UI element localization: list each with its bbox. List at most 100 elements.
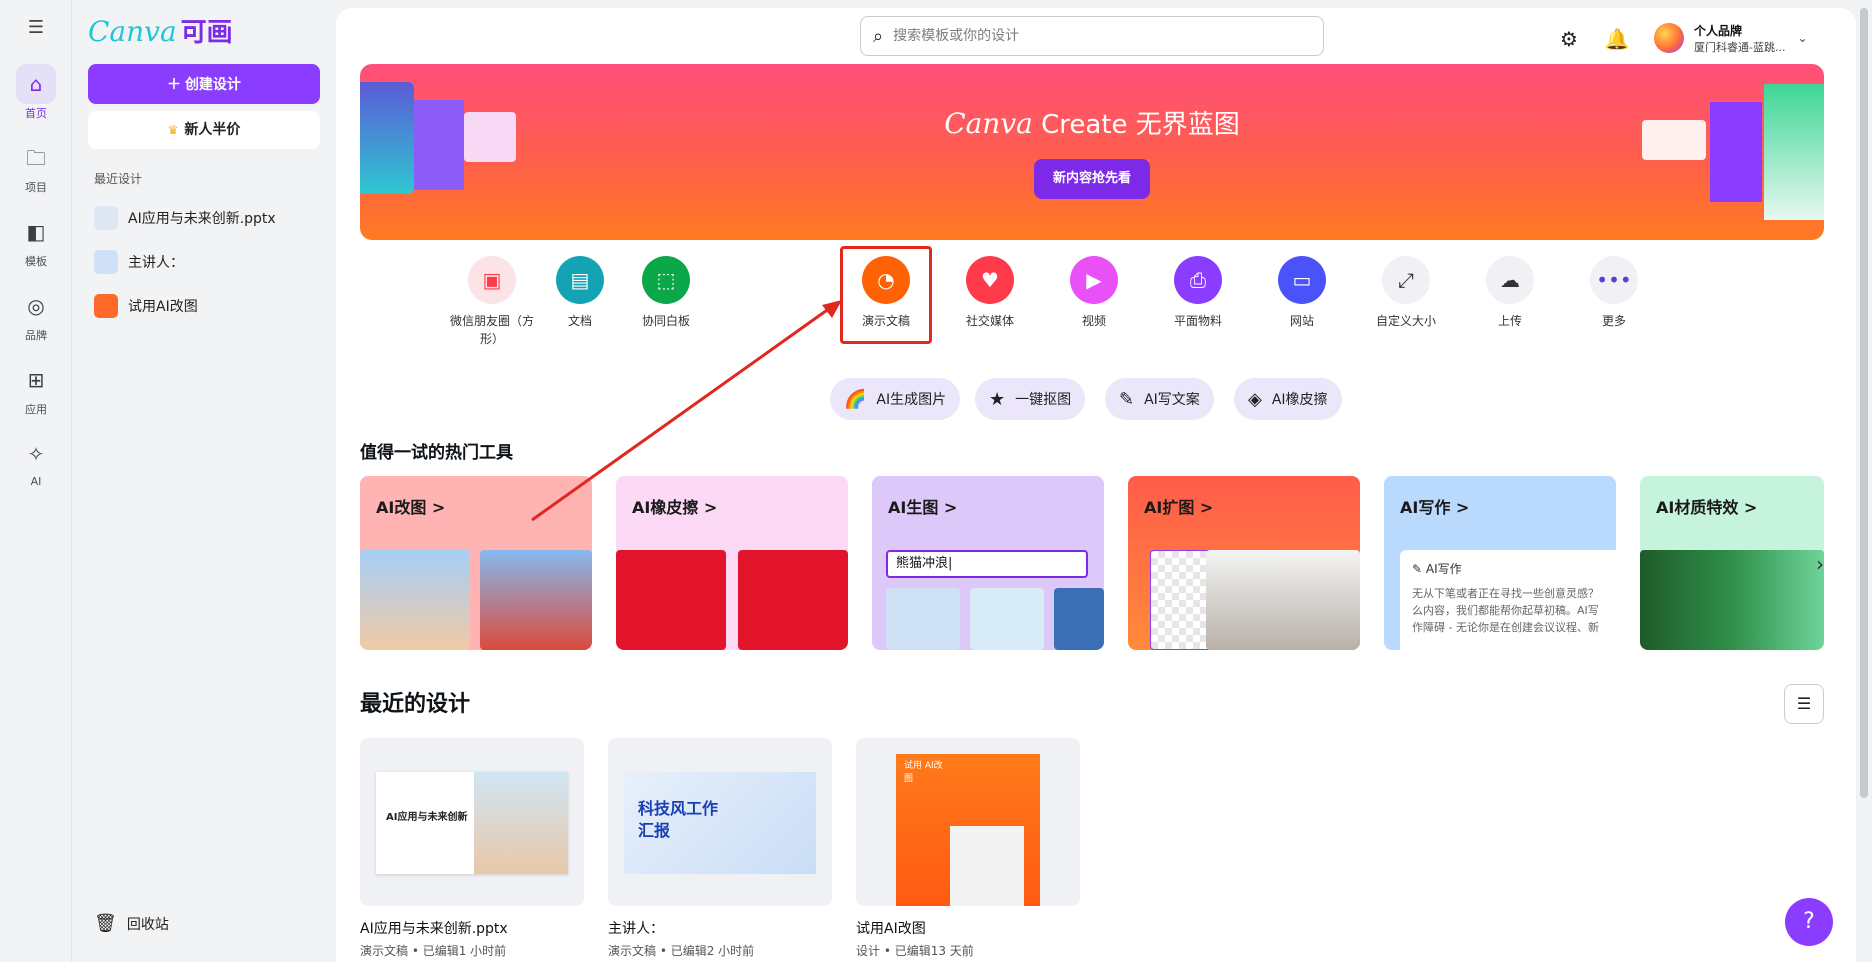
create-design-button[interactable]: ＋ 创建设计 xyxy=(88,64,320,104)
recent-item[interactable]: 主讲人： xyxy=(94,247,324,277)
video-icon: ▶ xyxy=(1070,256,1118,304)
plus-icon: ＋ xyxy=(167,76,185,92)
design-thumbnail: 科技风工作汇报 xyxy=(608,738,832,906)
rail-item-templates[interactable]: ◧ 模板 xyxy=(8,212,64,278)
design-thumbnail xyxy=(94,250,118,274)
list-view-toggle[interactable]: ☰ xyxy=(1784,684,1824,724)
hot-tools-heading: 值得一试的热门工具 xyxy=(360,443,513,463)
rose-image xyxy=(480,550,592,650)
rail-item-brand[interactable]: ◎ 品牌 xyxy=(8,286,64,352)
tool-card-ai-writing[interactable]: AI写作 > ✎ AI写作 无从下笔或者正在寻找一些创意灵感？么内容，我们都能帮… xyxy=(1384,476,1616,650)
canva-logo[interactable]: Canva 可画 xyxy=(88,12,233,49)
template-icon: ◧ xyxy=(26,220,46,244)
magic-wand-icon: ✎ xyxy=(1119,388,1135,410)
brand-account-switcher[interactable]: 个人品牌 厦门科睿通-蓝跳... ⌄ xyxy=(1654,18,1844,58)
toast-image xyxy=(738,550,848,650)
design-card[interactable]: 试用 AI改图 试用AI改图 设计 • 已编辑13 天前 xyxy=(856,738,1080,959)
side-panel: Canva 可画 ＋ 创建设计 ♛ 新人半价 最近设计 AI应用与未来创新.pptx… xyxy=(72,0,336,962)
writing-card-title: ✎ AI写作 xyxy=(1412,562,1462,576)
left-rail: ☰ ⌂ 首页 🗀 项目 ◧ 模板 ◎ 品牌 ⊞ 应用 ✧ AI xyxy=(0,0,72,962)
design-card[interactable]: 科技风工作汇报 主讲人： 演示文稿 • 已编辑2 小时前 xyxy=(608,738,832,959)
upload-icon: ☁ xyxy=(1486,256,1534,304)
heart-icon: ♥ xyxy=(966,256,1014,304)
material-effect-image xyxy=(1640,550,1824,650)
slide-preview: AI应用与未来创新 xyxy=(376,772,568,874)
flower-image xyxy=(360,550,470,650)
trash-icon: 🗑 xyxy=(94,913,117,934)
tool-card-ai-generate[interactable]: AI生图 > 熊猫冲浪| xyxy=(872,476,1104,650)
collapse-sidebar-icon[interactable]: ☰ xyxy=(24,16,48,40)
apps-icon: ⊞ xyxy=(27,368,45,392)
design-thumbnail: 试用 AI改图 xyxy=(856,738,1080,906)
ai-pill-eraser[interactable]: ◈ AI橡皮擦 xyxy=(1234,378,1342,420)
poster-preview: 试用 AI改图 xyxy=(896,754,1040,906)
search-input[interactable] xyxy=(893,28,1294,44)
sparkle-icon: ✧ xyxy=(27,442,45,466)
classroom-image xyxy=(474,772,568,874)
rail-item-ai[interactable]: ✧ AI xyxy=(8,434,64,500)
category-print[interactable]: ⎙ 平面物料 xyxy=(1150,256,1246,330)
page-scrollbar[interactable] xyxy=(1860,8,1868,798)
help-button[interactable]: ? xyxy=(1785,898,1833,946)
design-card[interactable]: AI应用与未来创新 AI应用与未来创新.pptx 演示文稿 • 已编辑1 小时前 xyxy=(360,738,584,959)
category-whiteboard[interactable]: ⬚ 协同白板 xyxy=(618,256,714,330)
rail-item-projects[interactable]: 🗀 项目 xyxy=(8,138,64,204)
ai-pill-remove-background[interactable]: ★ 一键抠图 xyxy=(975,378,1086,420)
prompt-field[interactable]: 熊猫冲浪| xyxy=(886,550,1088,578)
category-more[interactable]: ••• 更多 xyxy=(1566,256,1662,330)
toast-image xyxy=(616,550,726,650)
notification-bell-icon[interactable]: 🔔 xyxy=(1604,26,1630,52)
category-doc[interactable]: ▤ 文档 xyxy=(532,256,628,330)
recent-item[interactable]: 试用AI改图 xyxy=(94,291,324,321)
rail-item-home[interactable]: ⌂ 首页 xyxy=(8,64,64,130)
rainbow-icon: 🌈 xyxy=(844,388,867,410)
trash-link[interactable]: 🗑 回收站 xyxy=(94,913,169,934)
tool-card-ai-expand[interactable]: AI扩图 > xyxy=(1128,476,1360,650)
hero-banner: Canva Create 无界蓝图 新内容抢先看 xyxy=(360,64,1824,240)
tool-card-ai-edit[interactable]: AI改图 > xyxy=(360,476,592,650)
home-icon: ⌂ xyxy=(16,64,56,104)
panda-image xyxy=(886,588,960,650)
panda-image xyxy=(970,588,1044,650)
writing-preview-card: ✎ AI写作 无从下笔或者正在寻找一些创意灵感？么内容，我们都能帮你起草初稿。A… xyxy=(1400,550,1616,650)
category-social-media[interactable]: ♥ 社交媒体 xyxy=(942,256,1038,330)
recent-designs-title: 最近的设计 xyxy=(360,692,471,717)
design-thumbnail xyxy=(94,206,118,230)
slide-preview: 科技风工作汇报 xyxy=(624,772,816,874)
settings-gear-icon[interactable]: ⚙ xyxy=(1556,26,1582,52)
ai-pill-generate-image[interactable]: 🌈 AI生成图片 xyxy=(830,378,961,420)
category-video[interactable]: ▶ 视频 xyxy=(1046,256,1142,330)
chevron-right-icon[interactable]: › xyxy=(1816,552,1824,576)
whiteboard-icon: ⬚ xyxy=(642,256,690,304)
search-bar[interactable]: ⌕ xyxy=(860,16,1324,56)
half-price-button[interactable]: ♛ 新人半价 xyxy=(88,111,320,149)
avatar xyxy=(1654,23,1684,53)
folder-icon: 🗀 xyxy=(26,146,46,170)
design-thumbnail xyxy=(94,294,118,318)
tool-card-ai-eraser[interactable]: AI橡皮擦 > xyxy=(616,476,848,650)
list-icon: ☰ xyxy=(1796,694,1812,713)
recent-item[interactable]: AI应用与未来创新.pptx xyxy=(94,203,324,233)
category-custom-size[interactable]: ⤢ 自定义大小 xyxy=(1358,256,1454,330)
hero-cta-button[interactable]: 新内容抢先看 xyxy=(1034,159,1150,199)
search-icon: ⌕ xyxy=(873,25,884,47)
doc-icon: ▤ xyxy=(556,256,604,304)
print-icon: ⎙ xyxy=(1174,256,1222,304)
category-wechat-moments[interactable]: ▣ 微信朋友圈（方形） xyxy=(444,256,540,348)
eraser-icon: ◈ xyxy=(1248,388,1262,410)
image-icon: ▣ xyxy=(468,256,516,304)
main-content: ⌕ ⚙ 🔔 个人品牌 厦门科睿通-蓝跳... ⌄ Canva Create 无界… xyxy=(336,8,1856,962)
brand-icon: ◎ xyxy=(27,294,45,318)
panda-image xyxy=(1054,588,1104,650)
website-icon: ▭ xyxy=(1278,256,1326,304)
portrait-image xyxy=(950,826,1024,906)
ai-pill-write-copy[interactable]: ✎ AI写文案 xyxy=(1105,378,1214,420)
tool-card-ai-material[interactable]: AI材质特效 > xyxy=(1640,476,1824,650)
chevron-down-icon: ⌄ xyxy=(1797,31,1808,45)
pen-icon: ✎ xyxy=(1412,562,1426,576)
portrait-image xyxy=(1206,550,1360,650)
more-icon: ••• xyxy=(1590,256,1638,304)
rail-item-apps[interactable]: ⊞ 应用 xyxy=(8,360,64,426)
category-upload[interactable]: ☁ 上传 xyxy=(1462,256,1558,330)
category-website[interactable]: ▭ 网站 xyxy=(1254,256,1350,330)
